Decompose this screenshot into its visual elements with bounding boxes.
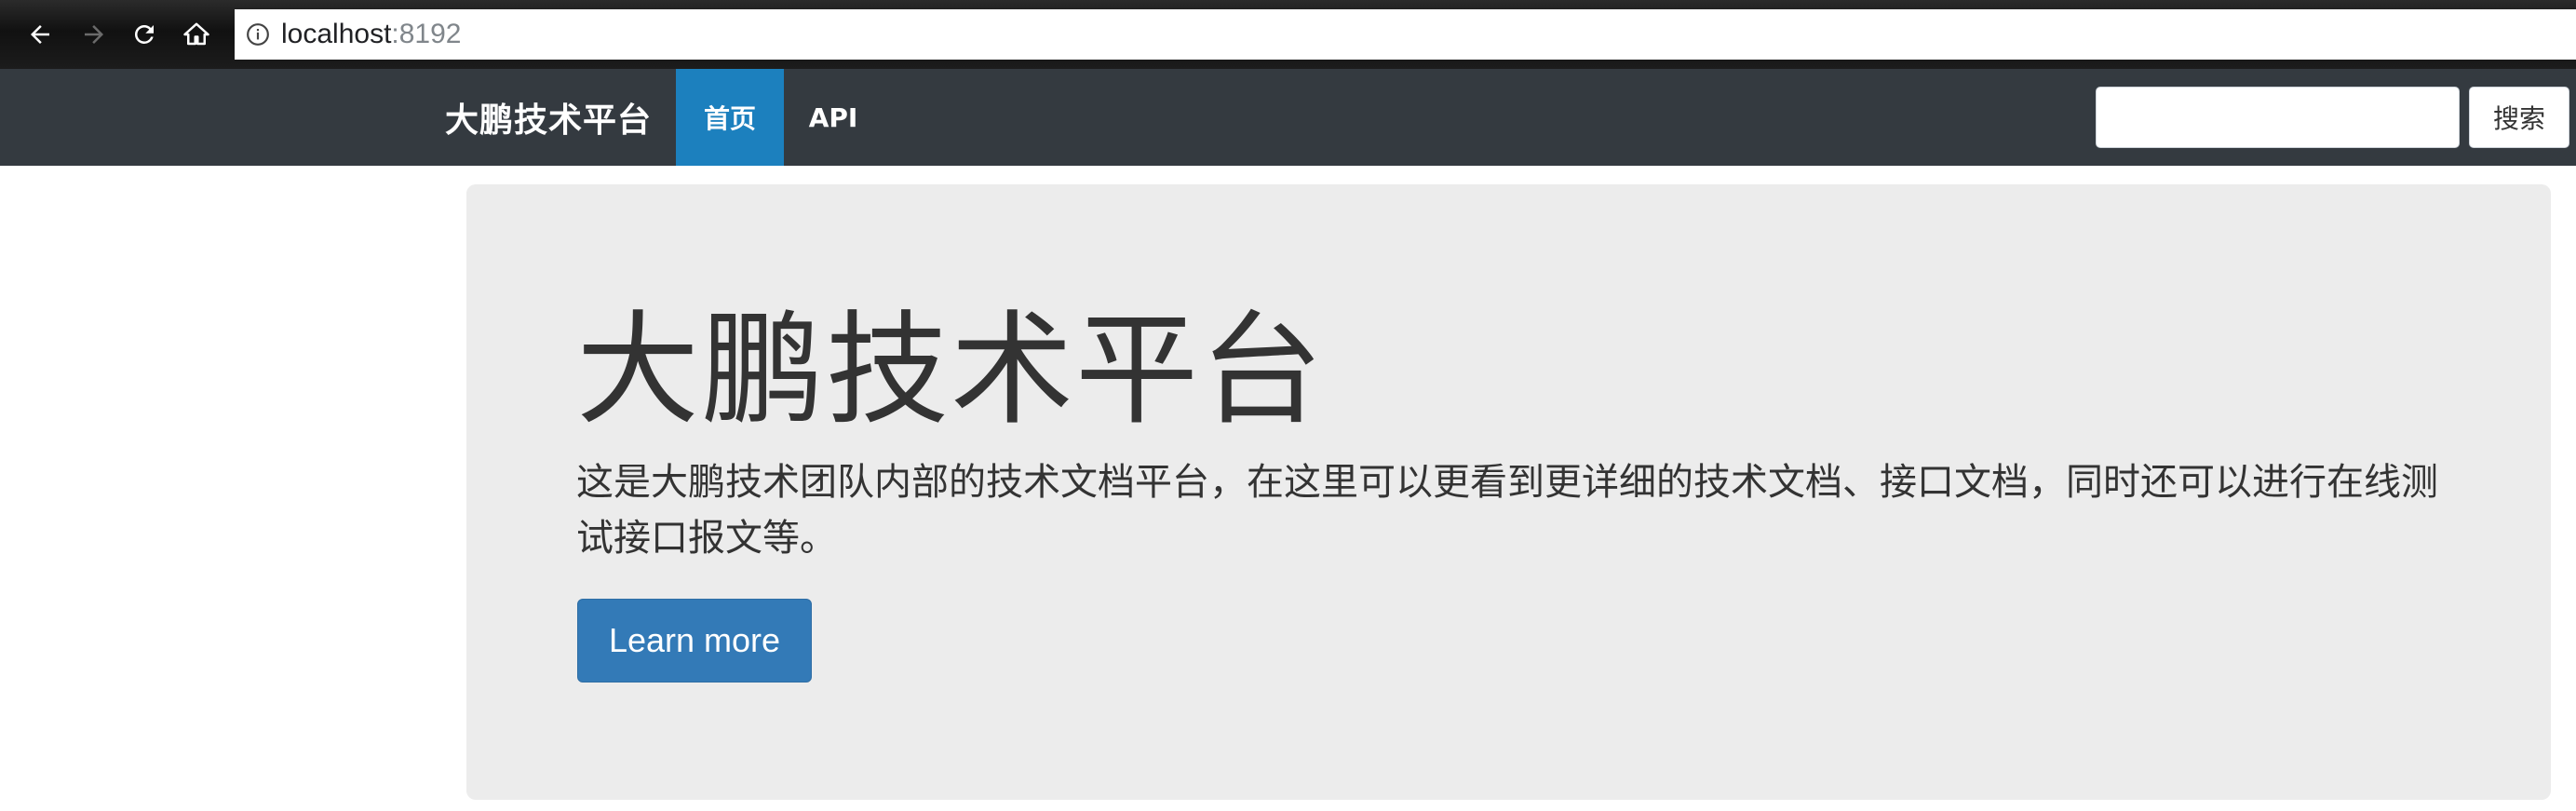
home-icon xyxy=(182,20,210,48)
home-button[interactable] xyxy=(175,13,218,56)
search-button[interactable]: 搜索 xyxy=(2469,87,2569,148)
top-navbar: 大鹏技术平台 首页 API 搜索 xyxy=(0,69,2576,166)
nav-item-api[interactable]: API xyxy=(789,69,877,166)
address-bar[interactable]: localhost:8192 xyxy=(235,9,2576,60)
back-button[interactable] xyxy=(19,13,61,56)
hero-title: 大鹏技术平台 xyxy=(576,299,1325,442)
search-input[interactable] xyxy=(2096,87,2460,148)
nav-item-home[interactable]: 首页 xyxy=(676,69,784,166)
brand-link[interactable]: 大鹏技术平台 xyxy=(445,69,652,166)
browser-toolbar: localhost:8192 xyxy=(0,0,2576,69)
url-port: :8192 xyxy=(391,19,462,49)
url-host: localhost xyxy=(281,19,392,49)
reload-button[interactable] xyxy=(123,13,166,56)
jumbotron: 大鹏技术平台 这是大鹏技术团队内部的技术文档平台，在这里可以更看到更详细的技术文… xyxy=(466,184,2551,800)
reload-icon xyxy=(130,20,158,48)
hero-description: 这是大鹏技术团队内部的技术文档平台，在这里可以更看到更详细的技术文档、接口文档，… xyxy=(576,461,2438,560)
forward-button[interactable] xyxy=(73,13,115,56)
learn-more-button[interactable]: Learn more xyxy=(577,599,812,683)
info-icon[interactable] xyxy=(244,20,272,48)
arrow-right-icon xyxy=(80,20,108,48)
arrow-left-icon xyxy=(26,20,54,48)
